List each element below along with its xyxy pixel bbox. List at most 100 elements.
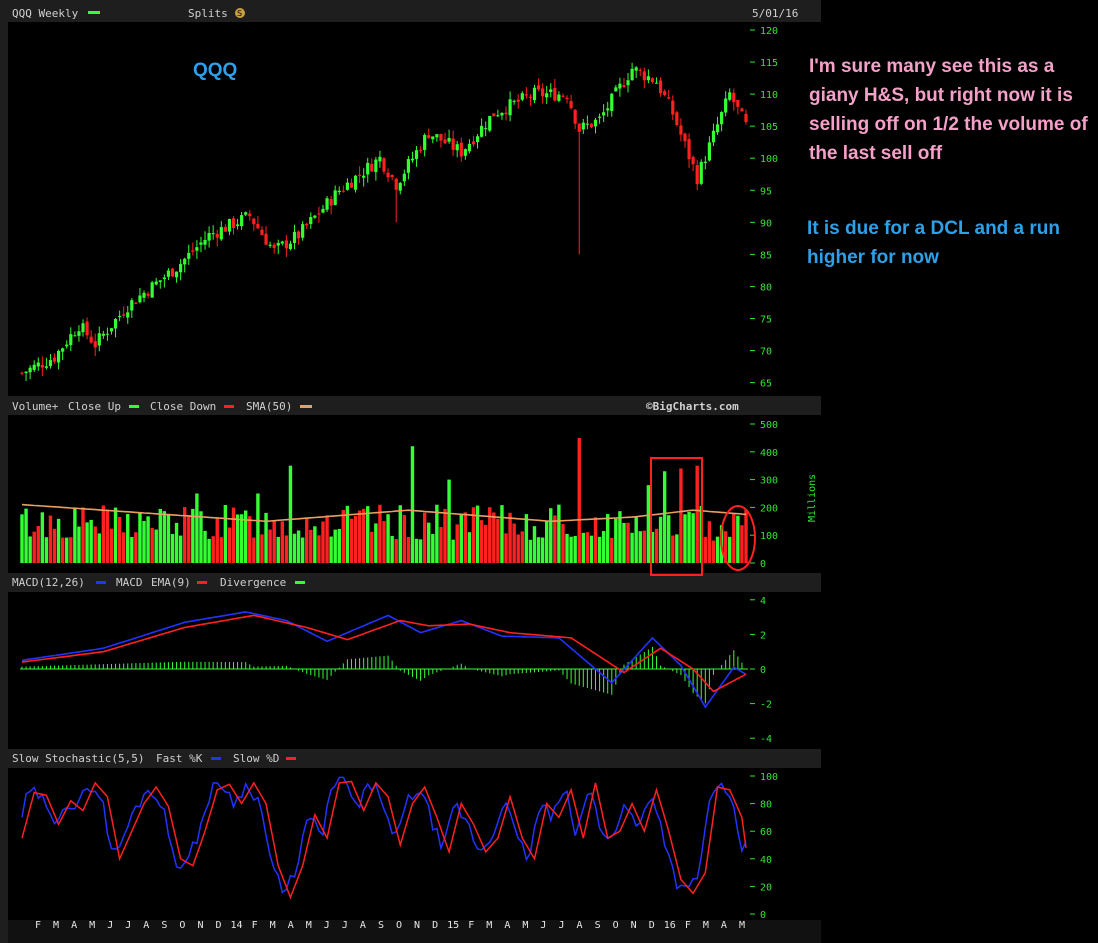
- price-candle-body: [724, 98, 728, 113]
- price-candle-body: [248, 213, 252, 217]
- price-candle-body: [199, 242, 203, 245]
- price-candle-body: [341, 190, 345, 192]
- x-tick-label: N: [414, 920, 420, 931]
- volume-bar: [540, 537, 545, 563]
- x-tick-label: J: [558, 920, 564, 931]
- price-candle-body: [471, 141, 476, 145]
- x-tick-label: O: [613, 920, 619, 931]
- price-candle-body: [736, 100, 740, 107]
- volume-bar: [341, 509, 346, 563]
- price-tick-label: 115: [760, 58, 778, 69]
- volume-bar: [40, 512, 45, 563]
- price-panel-bg: [8, 22, 821, 396]
- volume-bar: [48, 515, 53, 563]
- volume-bar: [223, 504, 228, 563]
- volume-bar: [121, 532, 126, 563]
- volume-bar: [524, 514, 529, 563]
- x-tick-label: F: [468, 920, 474, 931]
- price-candle-body: [740, 108, 744, 112]
- volume-panel-bg: [8, 415, 821, 573]
- price-candle-body: [219, 227, 223, 240]
- price-candle-body: [382, 158, 386, 172]
- volume-bar: [305, 518, 309, 563]
- volume-bar: [199, 511, 203, 563]
- volume-bar: [195, 493, 199, 563]
- volume-bar: [675, 534, 679, 563]
- price-candle-body: [81, 323, 85, 333]
- price-candle-body: [699, 161, 703, 184]
- volume-bar: [504, 533, 508, 563]
- price-candle-body: [610, 93, 614, 111]
- stoch-legend-k-swatch: [211, 757, 221, 760]
- volume-bar: [667, 515, 671, 563]
- x-tick-label: M: [89, 920, 95, 931]
- price-candle-body: [679, 125, 683, 135]
- volume-bar: [272, 520, 276, 563]
- volume-bar: [500, 505, 504, 563]
- volume-bar: [158, 508, 162, 563]
- volume-bar: [622, 522, 626, 563]
- volume-bar: [459, 514, 463, 563]
- x-tick-label: D: [432, 920, 438, 931]
- x-tick-label: M: [486, 920, 492, 931]
- price-candle-body: [406, 159, 411, 173]
- price-candle-body: [20, 372, 24, 374]
- price-candle-body: [707, 142, 711, 161]
- price-candle-body: [40, 364, 44, 368]
- volume-bar: [679, 468, 683, 563]
- x-tick-label: F: [252, 920, 258, 931]
- price-candle-body: [61, 348, 65, 352]
- volume-bar: [638, 531, 642, 563]
- x-tick-label: J: [324, 920, 330, 931]
- macd-tick-label: 0: [760, 665, 766, 676]
- x-tick-label: A: [577, 920, 583, 931]
- volume-bar: [569, 536, 573, 563]
- volume-bar: [138, 512, 142, 563]
- volume-bar: [77, 526, 81, 563]
- volume-bar: [728, 536, 732, 563]
- volume-title: Volume+: [12, 400, 59, 413]
- volume-bar: [455, 524, 459, 563]
- volume-bar: [300, 537, 305, 563]
- price-candle-body: [309, 217, 313, 225]
- price-candle-body: [565, 97, 569, 100]
- volume-bar: [280, 521, 285, 563]
- price-candle-body: [658, 80, 663, 94]
- volume-bar: [557, 504, 561, 563]
- volume-bar: [467, 532, 472, 563]
- price-candle-body: [532, 87, 537, 101]
- volume-bar: [309, 529, 313, 563]
- volume-bar: [386, 514, 390, 563]
- volume-bar: [231, 507, 236, 563]
- price-candle-body: [146, 293, 150, 296]
- volume-bar: [146, 516, 150, 563]
- price-candle-body: [288, 243, 293, 250]
- price-candle-body: [65, 344, 69, 347]
- price-candle-body: [349, 182, 354, 188]
- x-tick-label: M: [270, 920, 276, 931]
- volume-bar: [52, 528, 57, 563]
- chart-panel: QQQ Weekly Splits S 5/01/16 Volume+ Clos…: [0, 0, 821, 943]
- price-candle-body: [626, 80, 630, 86]
- price-candle-body: [667, 97, 671, 99]
- volume-bar: [361, 508, 366, 563]
- price-candle-body: [557, 94, 561, 101]
- volume-bar: [97, 533, 101, 563]
- date-label: 5/01/16: [752, 7, 798, 20]
- price-candle-body: [561, 95, 565, 97]
- price-candle-body: [475, 136, 480, 143]
- price-candle-body: [410, 158, 415, 161]
- volume-bar: [130, 536, 134, 563]
- volume-bar: [439, 526, 443, 563]
- volume-bar: [654, 528, 659, 563]
- price-candle-body: [593, 119, 598, 127]
- price-candle-body: [695, 165, 699, 185]
- volume-bar: [248, 516, 252, 563]
- volume-bar: [101, 505, 106, 563]
- price-candle-body: [597, 116, 602, 118]
- price-candle-body: [138, 295, 142, 303]
- price-candle-body: [439, 133, 443, 141]
- volume-bar: [516, 534, 520, 563]
- price-candle-body: [520, 93, 524, 100]
- price-candle-body: [744, 113, 748, 123]
